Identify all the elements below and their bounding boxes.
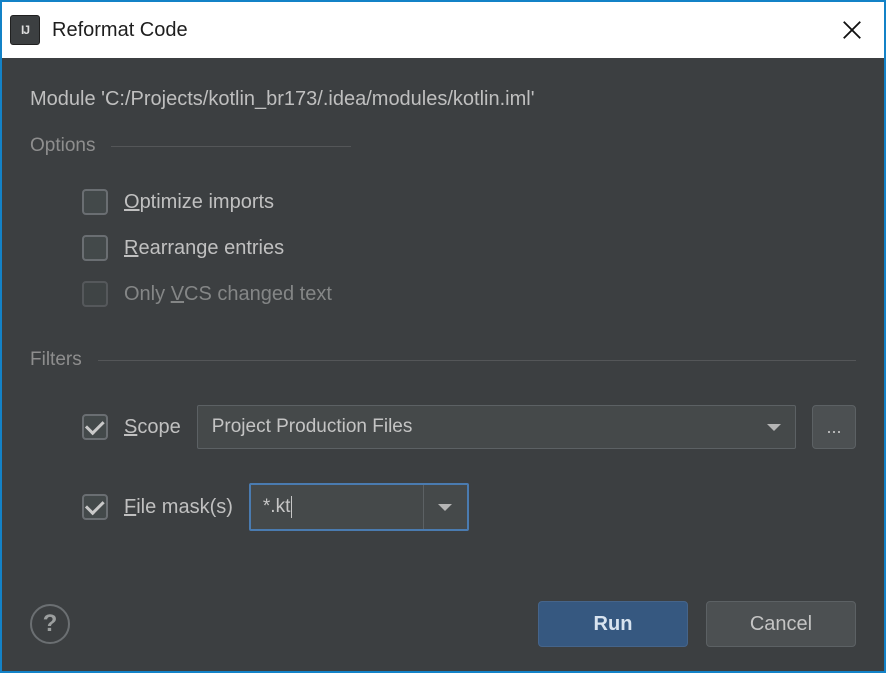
dialog-frame: IJ Reformat Code Module 'C:/Projects/kot… <box>0 0 886 673</box>
file-mask-row: File mask(s) *.kt <box>30 471 856 543</box>
close-button[interactable] <box>828 6 876 54</box>
chevron-down-icon <box>767 424 781 431</box>
rearrange-entries-checkbox[interactable] <box>82 235 108 261</box>
text-caret <box>291 496 292 518</box>
optimize-imports-label[interactable]: Optimize imports <box>124 191 274 214</box>
scope-row: Scope Project Production Files ... <box>30 393 856 461</box>
file-mask-input[interactable]: *.kt <box>251 485 423 529</box>
filters-label: Filters <box>30 349 82 371</box>
chevron-down-icon <box>438 504 452 511</box>
divider <box>98 360 856 361</box>
dialog-content: Module 'C:/Projects/kotlin_br173/.idea/m… <box>2 58 884 671</box>
vcs-changed-label: Only VCS changed text <box>124 283 332 306</box>
options-section-header: Options <box>30 135 856 157</box>
options-label: Options <box>30 135 95 157</box>
module-path-label: Module 'C:/Projects/kotlin_br173/.idea/m… <box>30 88 856 111</box>
vcs-changed-checkbox <box>82 281 108 307</box>
rearrange-entries-label[interactable]: Rearrange entries <box>124 237 284 260</box>
help-button[interactable]: ? <box>30 604 70 644</box>
optimize-imports-checkbox[interactable] <box>82 189 108 215</box>
filters-section-header: Filters <box>30 349 856 371</box>
titlebar: IJ Reformat Code <box>2 2 884 58</box>
file-mask-checkbox[interactable] <box>82 494 108 520</box>
dialog-footer: ? Run Cancel <box>30 571 856 647</box>
app-icon: IJ <box>10 15 40 45</box>
rearrange-entries-row: Rearrange entries <box>30 225 856 271</box>
cancel-button[interactable]: Cancel <box>706 601 856 647</box>
vcs-changed-row: Only VCS changed text <box>30 271 856 317</box>
window-title: Reformat Code <box>52 19 816 42</box>
scope-browse-button[interactable]: ... <box>812 405 856 449</box>
divider <box>111 146 351 147</box>
scope-value: Project Production Files <box>212 416 413 438</box>
scope-label[interactable]: Scope <box>124 416 181 439</box>
close-icon <box>841 19 863 41</box>
optimize-imports-row: Optimize imports <box>30 179 856 225</box>
file-mask-combobox[interactable]: *.kt <box>249 483 469 531</box>
file-mask-dropdown-button[interactable] <box>423 485 467 529</box>
scope-checkbox[interactable] <box>82 414 108 440</box>
scope-combobox[interactable]: Project Production Files <box>197 405 796 449</box>
run-button[interactable]: Run <box>538 601 688 647</box>
file-mask-label[interactable]: File mask(s) <box>124 496 233 519</box>
